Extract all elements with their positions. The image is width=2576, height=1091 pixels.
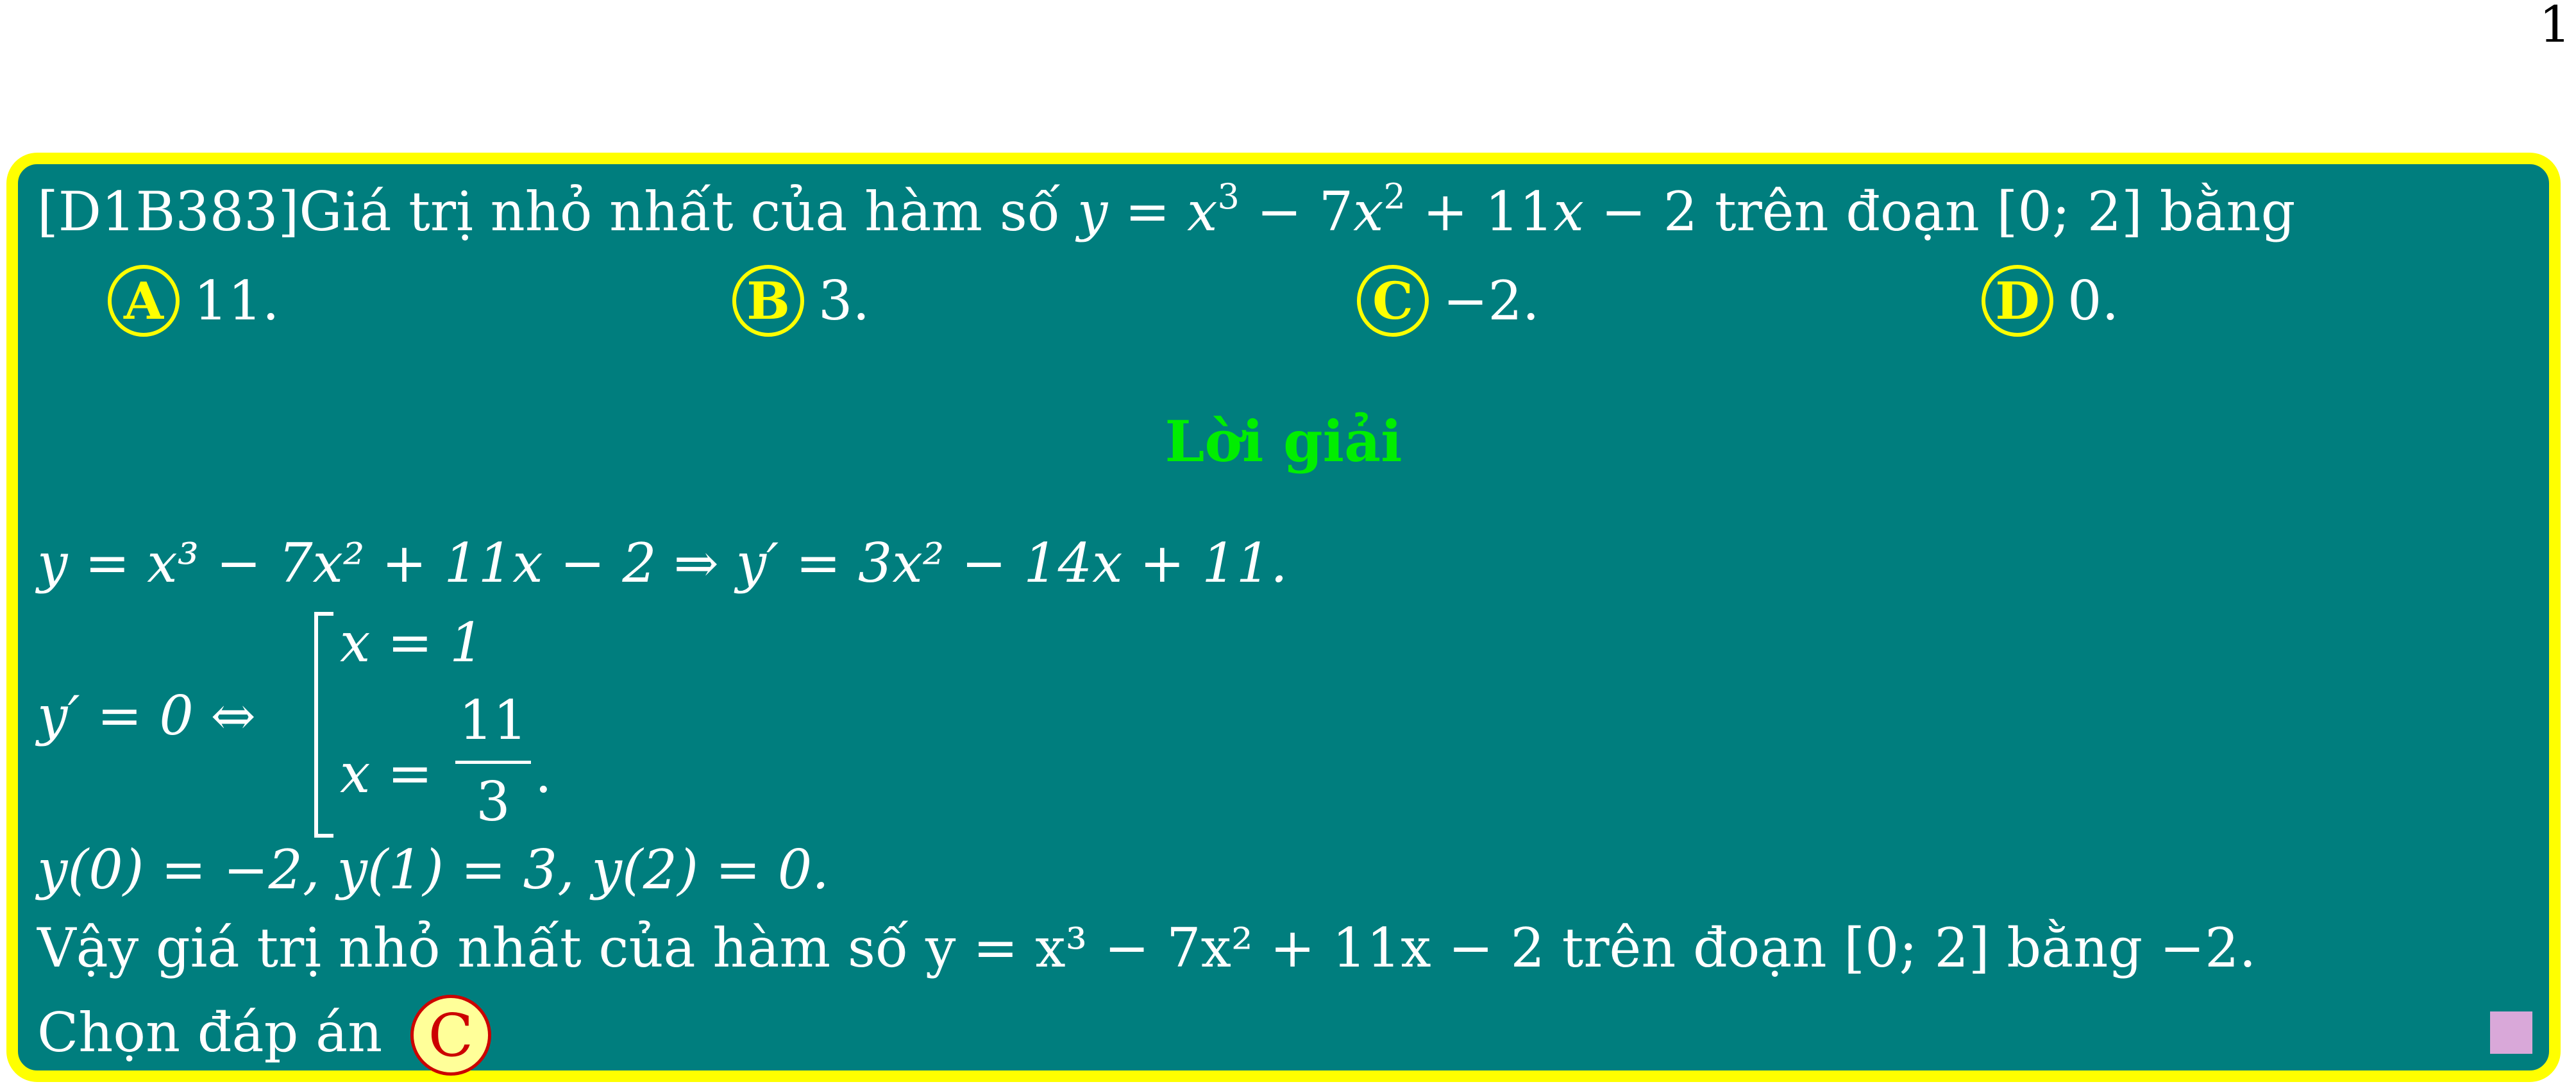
option-c[interactable]: C −2. <box>1357 265 1540 337</box>
root-two-fraction: 11 3 <box>455 689 531 833</box>
fraction-numerator: 11 <box>459 689 528 752</box>
option-c-marker: C <box>1357 265 1429 337</box>
solution-values: y(0) = −2, y(1) = 3, y(2) = 0. <box>37 838 829 901</box>
end-square-icon <box>2490 1011 2532 1054</box>
option-d-marker: D <box>1982 265 2053 337</box>
option-d[interactable]: D 0. <box>1982 265 2119 337</box>
root-two-lhs: x = <box>340 742 433 805</box>
root-one: x = 1 <box>340 611 484 674</box>
page-number: 1 <box>2539 0 2571 54</box>
option-b-value: 3. <box>818 269 870 332</box>
question-box: [D1B383]Giá trị nhỏ nhất của hàm số y = … <box>6 153 2561 1082</box>
question-line: [D1B383]Giá trị nhỏ nhất của hàm số y = … <box>37 176 2296 243</box>
option-b-marker: B <box>732 265 804 337</box>
bracket <box>314 612 333 838</box>
fraction-denominator: 3 <box>476 770 510 833</box>
option-d-value: 0. <box>2067 269 2119 332</box>
period: . <box>535 742 552 805</box>
question-id: [D1B383] <box>37 180 299 243</box>
question-tail: trên đoạn [0; 2] bằng <box>1714 180 2296 243</box>
fraction-bar <box>455 761 531 764</box>
answer-badge: C <box>410 995 491 1076</box>
solution-heading: Lời giải <box>1165 408 1402 475</box>
option-a[interactable]: A 11. <box>108 265 280 337</box>
solution-line-derivative: y = x³ − 7x² + 11x − 2 ⇒ y′ = 3x² − 14x … <box>37 532 1288 595</box>
option-c-value: −2. <box>1443 269 1540 332</box>
answer-prefix: Chọn đáp án <box>37 1001 383 1064</box>
solution-conclusion: Vậy giá trị nhỏ nhất của hàm số y = x³ −… <box>37 917 2257 979</box>
option-a-value: 11. <box>194 269 280 332</box>
option-a-marker: A <box>108 265 180 337</box>
solution-equation-lhs: y′ = 0 ⇔ <box>37 684 256 747</box>
option-b[interactable]: B 3. <box>732 265 870 337</box>
question-stem: Giá trị nhỏ nhất của hàm số <box>299 180 1061 243</box>
